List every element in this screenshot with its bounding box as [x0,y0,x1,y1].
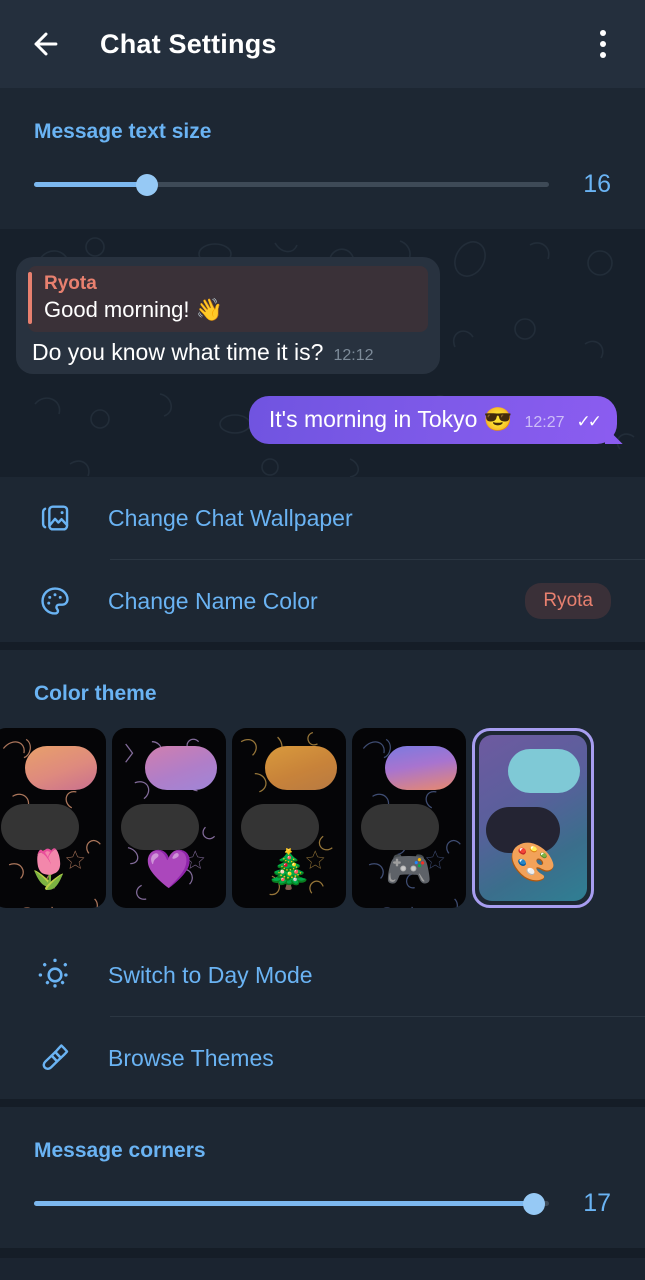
section-gap [0,1099,645,1107]
message-corners-slider[interactable] [34,1192,549,1215]
color-theme-list[interactable]: 🌷 💜 🎄 🎮 🎨 [0,706,645,934]
theme-emoji: 🎄 [265,849,313,891]
message-text-size-slider-row: 16 [0,144,645,229]
slider-fill [34,182,148,187]
back-button[interactable] [22,20,70,68]
reply-quote-block[interactable]: Ryota Good morning! 👋 [28,266,428,333]
theme-thumbnail-body: 🎮 [352,728,466,908]
name-color-badge[interactable]: Ryota [525,583,611,619]
chat-preview: Ryota Good morning! 👋 Do you know what t… [0,229,645,477]
appearance-actions-section: Change Chat Wallpaper Change Name Color … [0,477,645,642]
message-text-size-section: Message text size 16 [0,88,645,229]
color-theme-section: Color theme 🌷 💜 🎄 🎮 🎨 [0,650,645,934]
message-corners-header: Message corners [34,1139,206,1162]
overflow-menu-icon [600,30,606,36]
bottom-gap [0,1248,645,1258]
theme-emoji: 💜 [145,849,193,891]
outgoing-message-bubble[interactable]: It's morning in Tokyo 😎 12:27 ✓✓ [248,396,617,445]
message-text-size-value: 16 [583,170,611,198]
read-receipt-icon: ✓✓ [576,412,602,432]
theme-thumbnail-purple-heart-theme[interactable]: 💜 [112,728,226,908]
theme-thumbnail-body: 💜 [112,728,226,908]
message-corners-section: Message corners 17 [0,1107,645,1248]
incoming-message-bubble[interactable]: Ryota Good morning! 👋 Do you know what t… [16,257,440,375]
outgoing-row: It's morning in Tokyo 😎 12:27 ✓✓ [16,396,629,445]
theme-outgoing-bubble-swatch [25,746,97,790]
overflow-menu-button[interactable] [581,20,625,68]
theme-thumbnail-gaming-theme[interactable]: 🎮 [352,728,466,908]
arrow-left-icon [34,32,58,56]
preview-bubbles: Ryota Good morning! 👋 Do you know what t… [0,229,645,445]
message-text-size-slider[interactable] [34,173,549,196]
theme-incoming-bubble-swatch [361,804,439,850]
slider-knob[interactable] [136,173,159,196]
reply-author-name: Ryota [44,273,97,294]
change-chat-wallpaper-label: Change Chat Wallpaper [108,504,353,531]
theme-incoming-bubble-swatch [1,804,79,850]
slider-knob[interactable] [522,1192,545,1215]
color-theme-header: Color theme [34,682,157,705]
reply-quoted-text: Good morning! 👋 [44,296,224,322]
theme-incoming-bubble-swatch [121,804,199,850]
browse-themes-label: Browse Themes [108,1044,274,1071]
switch-to-day-mode-row[interactable]: Switch to Day Mode [0,934,645,1016]
message-text-size-header: Message text size [34,120,212,143]
change-chat-wallpaper-row[interactable]: Change Chat Wallpaper [0,477,645,559]
switch-to-day-mode-label: Switch to Day Mode [108,961,313,988]
theme-thumbnail-body: 🎨 [479,735,587,901]
outgoing-message-text: It's morning in Tokyo 😎 [268,406,513,433]
theme-emoji: 🎨 [509,842,557,884]
theme-outgoing-bubble-swatch [145,746,217,790]
theme-outgoing-bubble-swatch [508,749,580,793]
browse-themes-row[interactable]: Browse Themes [0,1017,645,1099]
reply-accent-bar [28,272,32,325]
theme-thumbnail-body: 🌷 [0,728,106,908]
message-corners-slider-row: 17 [0,1163,645,1248]
change-name-color-label: Change Name Color [108,587,318,614]
section-gap [0,642,645,650]
slider-fill [34,1201,534,1206]
theme-incoming-bubble-swatch [241,804,319,850]
incoming-message-time: 12:12 [333,347,374,365]
theme-thumbnail-palette-theme[interactable]: 🎨 [472,728,594,908]
theme-emoji: 🌷 [25,849,73,891]
message-corners-value: 17 [583,1189,611,1217]
change-name-color-row[interactable]: Change Name Color Ryota [0,560,645,642]
theme-actions-section: Switch to Day Mode Browse Themes [0,934,645,1099]
theme-thumbnail-body: 🎄 [232,728,346,908]
chat-settings-screen: Chat Settings Message text size 16 Ryota… [0,0,645,1280]
image-stack-icon [34,497,76,539]
theme-thumbnail-tulip-theme[interactable]: 🌷 [0,728,106,908]
outgoing-message-time: 12:27 [524,414,565,432]
sun-icon [34,954,76,996]
theme-outgoing-bubble-swatch [385,746,457,790]
paintbrush-icon [34,1037,76,1079]
palette-icon [34,580,76,622]
theme-outgoing-bubble-swatch [265,746,337,790]
theme-thumbnail-christmas-tree-theme[interactable]: 🎄 [232,728,346,908]
incoming-message-text: Do you know what time it is? [32,339,324,366]
app-bar: Chat Settings [0,0,645,88]
theme-emoji: 🎮 [385,849,433,891]
page-title: Chat Settings [100,28,277,59]
